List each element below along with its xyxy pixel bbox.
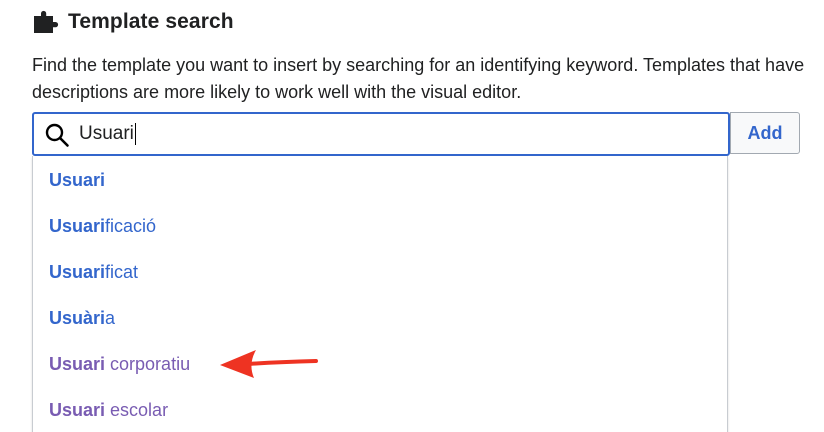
text-caret bbox=[134, 122, 136, 145]
search-icon bbox=[45, 123, 69, 147]
suggestion-match: Usuari bbox=[49, 170, 106, 190]
template-search-dialog: Template search Find the template you wa… bbox=[0, 0, 824, 432]
suggestion-item[interactable]: Usuari escolar bbox=[49, 395, 168, 425]
suggestion-rest: ficació bbox=[105, 216, 157, 236]
suggestion-match: Usuari bbox=[49, 354, 106, 374]
search-input-value: Usuari bbox=[79, 123, 134, 144]
suggestion-match: Usuari bbox=[49, 262, 106, 282]
dialog-header: Template search bbox=[32, 8, 234, 36]
suggestion-match: Usuàri bbox=[49, 308, 106, 328]
suggestion-item-corporatiu[interactable]: Usuari corporatiu bbox=[49, 349, 190, 379]
suggestion-item[interactable]: Usuària bbox=[49, 303, 115, 333]
suggestion-rest: corporatiu bbox=[105, 354, 191, 374]
suggestion-rest: ficat bbox=[105, 262, 139, 282]
suggestions-dropdown: Usuari Usuarificació Usuarificat Usuària… bbox=[32, 156, 728, 432]
search-input[interactable]: Usuari bbox=[79, 114, 136, 154]
dialog-description: Find the template you want to insert by … bbox=[32, 55, 805, 102]
suggestion-match: Usuari bbox=[49, 400, 106, 420]
suggestion-rest: escolar bbox=[105, 400, 169, 420]
suggestion-item[interactable]: Usuarificat bbox=[49, 257, 138, 287]
suggestion-rest: a bbox=[105, 308, 116, 328]
red-arrow-icon bbox=[220, 350, 318, 378]
suggestion-item[interactable]: Usuarificació bbox=[49, 211, 156, 241]
puzzle-piece-icon bbox=[34, 10, 59, 33]
search-row: Usuari Add bbox=[32, 112, 802, 156]
search-field[interactable]: Usuari bbox=[32, 112, 730, 156]
add-button[interactable]: Add bbox=[730, 112, 800, 154]
suggestion-match: Usuari bbox=[49, 216, 106, 236]
dialog-title: Template search bbox=[68, 10, 234, 33]
suggestion-item[interactable]: Usuari bbox=[49, 165, 105, 195]
